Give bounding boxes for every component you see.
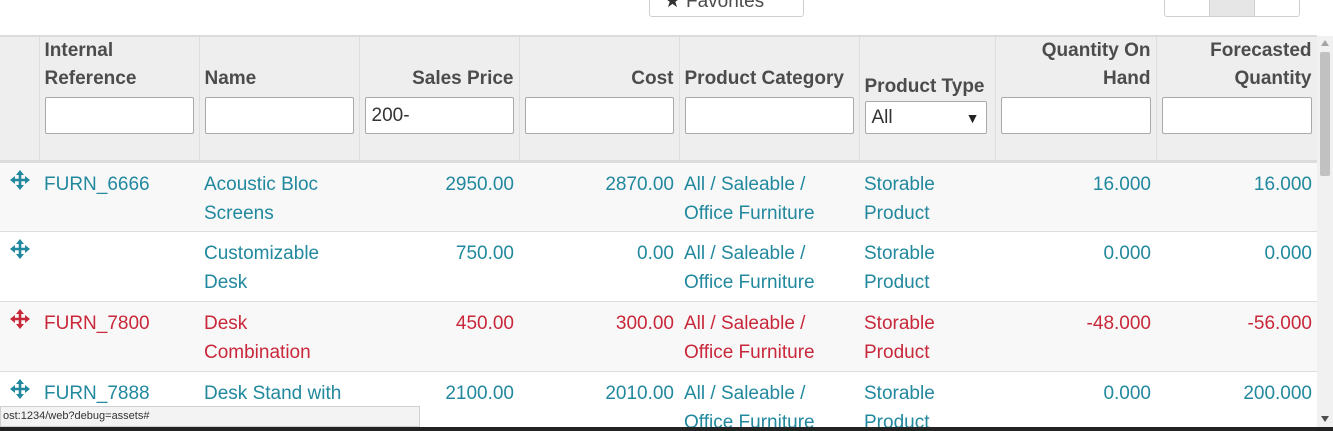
column-header-quantity-on-hand[interactable]: Quantity On Hand <box>995 37 1157 163</box>
internal-reference-cell[interactable]: FURN_7800 <box>39 301 199 372</box>
vertical-scrollbar[interactable] <box>1317 36 1333 428</box>
cost-cell[interactable]: 0.00 <box>519 231 679 302</box>
column-header-product-type[interactable]: Product Type All ▼ <box>859 37 996 163</box>
cost-cell[interactable]: 2870.00 <box>519 161 679 232</box>
sales-price-cell[interactable]: 750.00 <box>359 231 519 302</box>
bottom-edge <box>0 427 1333 431</box>
internal-reference-label: Internal Reference <box>44 40 137 89</box>
dropdown-caret-icon: ▼ <box>965 109 980 126</box>
quantity-on-hand-cell[interactable]: 0.000 <box>995 371 1156 429</box>
quantity-on-hand-cell[interactable]: 16.000 <box>995 161 1156 232</box>
product-category-label: Product Category <box>684 68 844 89</box>
name-label: Name <box>204 68 257 89</box>
forecasted-quantity-filter[interactable] <box>1161 97 1312 134</box>
product-type-filter[interactable]: All ▼ <box>864 101 987 134</box>
cost-label: Cost <box>631 68 674 89</box>
cost-cell[interactable]: 2010.00 <box>519 371 679 429</box>
cost-filter[interactable] <box>524 97 674 134</box>
name-filter[interactable] <box>204 97 354 134</box>
product-category-cell[interactable]: All / Saleable / Office Furniture <box>679 231 859 302</box>
internal-reference-filter[interactable] <box>44 97 194 134</box>
kanban-view-button[interactable] <box>1164 0 1210 17</box>
table-row[interactable]: FURN_7800 Desk Combination 450.00 300.00 All… <box>0 301 1317 372</box>
drag-handle[interactable] <box>0 231 39 302</box>
forecasted-quantity-cell[interactable]: -56.000 <box>1156 301 1317 372</box>
handle-column-header <box>0 37 40 163</box>
move-handle-icon[interactable] <box>9 170 31 196</box>
product-type-cell[interactable]: Storable Product <box>859 231 995 302</box>
column-header-name[interactable]: Name <box>199 37 360 163</box>
scroll-thumb[interactable] <box>1320 52 1330 176</box>
table-body: FURN_6666 Acoustic Bloc Screens 2950.00 287… <box>0 161 1317 429</box>
scroll-up-arrow-icon[interactable] <box>1321 40 1329 46</box>
column-header-product-category[interactable]: Product Category <box>679 37 860 163</box>
quantity-on-hand-label: Quantity On Hand <box>1041 40 1151 89</box>
table-row[interactable]: Customizable Desk 750.00 0.00 All / Saleabl… <box>0 231 1317 302</box>
column-header-cost[interactable]: Cost <box>519 37 680 163</box>
product-list-table: Internal Reference Name Sales Price Cost… <box>0 35 1317 429</box>
product-type-cell[interactable]: Storable Product <box>859 301 995 372</box>
drag-handle[interactable] <box>0 161 39 232</box>
sales-price-label: Sales Price <box>412 68 514 89</box>
favorites-label: Favorites <box>686 0 765 12</box>
sales-price-cell[interactable]: 450.00 <box>359 301 519 372</box>
list-view-button[interactable] <box>1209 0 1255 17</box>
sales-price-cell[interactable]: 2950.00 <box>359 161 519 232</box>
column-header-internal-reference[interactable]: Internal Reference <box>39 37 200 163</box>
product-category-cell[interactable]: All / Saleable / Office Furniture <box>679 161 859 232</box>
favorites-button[interactable]: ★ Favorites <box>649 0 804 17</box>
product-category-filter[interactable] <box>684 97 854 134</box>
internal-reference-cell[interactable]: FURN_6666 <box>39 161 199 232</box>
scroll-down-arrow-icon[interactable] <box>1321 416 1329 422</box>
internal-reference-cell[interactable] <box>39 231 199 302</box>
name-cell[interactable]: Acoustic Bloc Screens <box>199 161 359 232</box>
product-type-cell[interactable]: Storable Product <box>859 161 995 232</box>
forecasted-quantity-label: Forecasted Quantity <box>1210 40 1312 89</box>
table-row[interactable]: FURN_6666 Acoustic Bloc Screens 2950.00 287… <box>0 161 1317 232</box>
move-handle-icon[interactable] <box>9 309 31 335</box>
quantity-on-hand-filter[interactable] <box>1000 97 1151 134</box>
cost-cell[interactable]: 300.00 <box>519 301 679 372</box>
drag-handle[interactable] <box>0 301 39 372</box>
product-type-label: Product Type <box>864 76 985 97</box>
name-cell[interactable]: Customizable Desk <box>199 231 359 302</box>
product-category-cell[interactable]: All / Saleable / Office Furniture <box>679 371 859 429</box>
move-handle-icon[interactable] <box>9 239 31 265</box>
header-row: Internal Reference Name Sales Price Cost… <box>0 37 1317 163</box>
name-cell[interactable]: Desk Combination <box>199 301 359 372</box>
control-panel: ★ Favorites <box>0 0 1333 36</box>
column-header-forecasted-quantity[interactable]: Forecasted Quantity <box>1156 37 1317 163</box>
forecasted-quantity-cell[interactable]: 16.000 <box>1156 161 1317 232</box>
forecasted-quantity-cell[interactable]: 0.000 <box>1156 231 1317 302</box>
quantity-on-hand-cell[interactable]: -48.000 <box>995 301 1156 372</box>
forecasted-quantity-cell[interactable]: 200.000 <box>1156 371 1317 429</box>
status-url-tooltip: ost:1234/web?debug=assets# <box>0 406 420 427</box>
product-category-cell[interactable]: All / Saleable / Office Furniture <box>679 301 859 372</box>
quantity-on-hand-cell[interactable]: 0.000 <box>995 231 1156 302</box>
view-switcher <box>1164 0 1300 17</box>
star-icon: ★ <box>664 0 682 12</box>
column-header-sales-price[interactable]: Sales Price <box>359 37 520 163</box>
sales-price-filter[interactable] <box>364 97 514 134</box>
move-handle-icon[interactable] <box>9 379 31 405</box>
product-type-cell[interactable]: Storable Product <box>859 371 995 429</box>
form-view-button[interactable] <box>1254 0 1300 17</box>
product-type-selected: All <box>871 106 893 128</box>
